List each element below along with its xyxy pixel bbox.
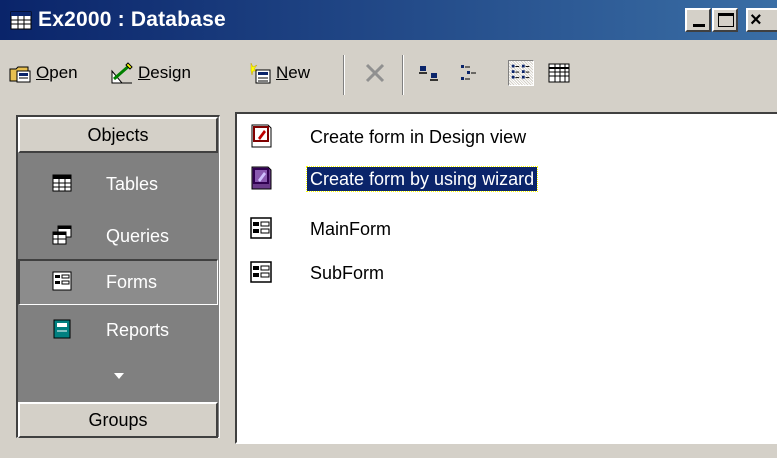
open-button[interactable]: Open bbox=[8, 56, 78, 90]
database-window: Ex2000 : Database × Open Design New Obje… bbox=[0, 0, 777, 458]
details-view-icon[interactable] bbox=[546, 60, 572, 86]
report-icon bbox=[53, 319, 71, 339]
new-label: New bbox=[276, 63, 311, 82]
form-icon bbox=[52, 271, 72, 291]
title-bar[interactable]: Ex2000 : Database × bbox=[0, 0, 777, 40]
objects-item-label: Forms bbox=[106, 272, 157, 292]
objects-item-reports[interactable]: Reports bbox=[18, 307, 218, 353]
open-form-icon bbox=[9, 66, 31, 83]
list-item-label: SubForm bbox=[310, 263, 385, 283]
groups-header-button[interactable]: Groups bbox=[18, 402, 218, 438]
design-label: Design bbox=[138, 63, 191, 82]
form-icon bbox=[250, 261, 272, 283]
list-item-label: MainForm bbox=[310, 219, 392, 239]
design-button[interactable]: Design bbox=[110, 56, 191, 90]
new-button[interactable]: New bbox=[248, 56, 310, 90]
objects-item-queries[interactable]: Queries bbox=[18, 213, 218, 259]
minimize-button[interactable] bbox=[685, 8, 711, 32]
maximize-button[interactable] bbox=[712, 8, 738, 32]
large-icons-icon[interactable] bbox=[416, 60, 442, 86]
objects-list: Create form in Design view Create form b… bbox=[235, 112, 777, 444]
objects-bar: Objects Tables Queries Forms Reports Gro… bbox=[16, 115, 220, 438]
maximize-icon bbox=[718, 13, 734, 27]
wizard-shortcut-icon bbox=[251, 166, 272, 190]
objects-header-button[interactable]: Objects bbox=[18, 117, 218, 153]
toolbar-separator bbox=[343, 55, 345, 95]
design-icon bbox=[111, 62, 133, 84]
close-button[interactable]: × bbox=[746, 8, 777, 32]
toolbar: Open Design New bbox=[0, 40, 777, 110]
minimize-icon bbox=[693, 24, 705, 27]
objects-item-label: Reports bbox=[106, 320, 170, 340]
window-title: Ex2000 : Database bbox=[38, 8, 226, 31]
small-icons-icon[interactable] bbox=[458, 60, 484, 86]
query-icon bbox=[52, 225, 72, 245]
objects-item-label: Queries bbox=[106, 226, 170, 246]
open-label: Open bbox=[36, 63, 78, 82]
list-item-label: Create form by using wizard bbox=[305, 166, 539, 192]
toolbar-separator bbox=[402, 55, 404, 95]
table-icon bbox=[52, 174, 72, 192]
list-view-icon[interactable] bbox=[508, 60, 534, 86]
scroll-down-icon[interactable] bbox=[114, 373, 124, 379]
objects-item-label: Tables bbox=[106, 174, 159, 194]
new-form-icon bbox=[250, 62, 271, 84]
delete-icon[interactable] bbox=[362, 60, 388, 86]
database-icon bbox=[10, 11, 32, 30]
objects-item-forms[interactable]: Forms bbox=[18, 259, 218, 305]
close-icon: × bbox=[750, 9, 762, 31]
design-view-shortcut-icon bbox=[251, 124, 272, 148]
form-icon bbox=[250, 217, 272, 239]
objects-item-tables[interactable]: Tables bbox=[18, 161, 218, 207]
list-item-label: Create form in Design view bbox=[310, 127, 527, 147]
